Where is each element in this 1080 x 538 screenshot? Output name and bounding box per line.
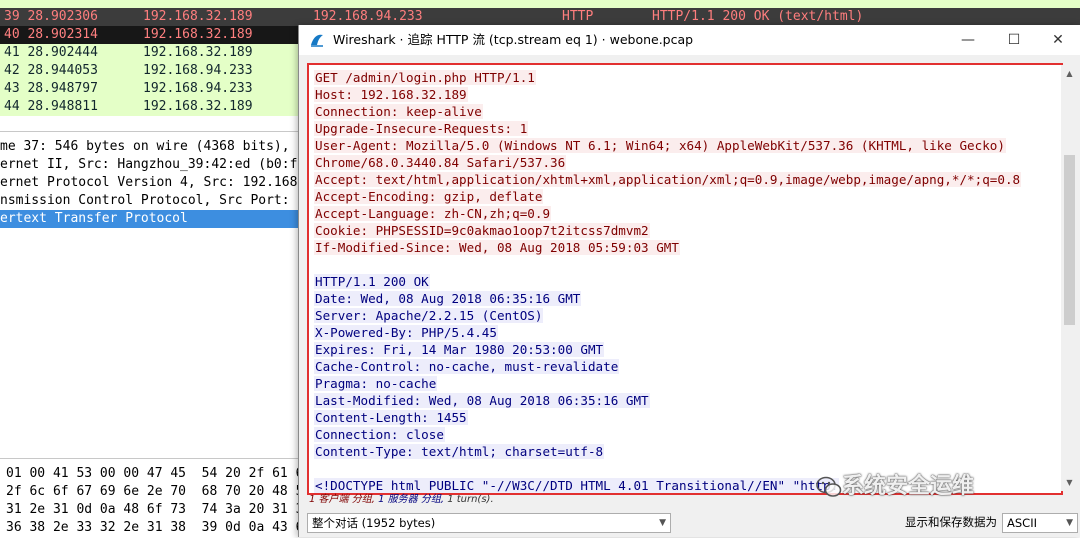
server-stream-line: Connection: close: [314, 426, 445, 443]
stream-text: Host: 192.168.32.189: [314, 87, 468, 102]
packet-no: 44 28.948811: [4, 99, 98, 114]
client-stream-line: Connection: keep-alive: [314, 103, 483, 120]
packet-row-39[interactable]: 39 28.902306 192.168.32.189 192.168.94.2…: [0, 8, 1080, 26]
server-stream-line: X-Powered-By: PHP/5.4.45: [314, 324, 498, 341]
packet-src: 192.168.94.233: [143, 81, 253, 96]
stream-text: Connection: close: [314, 427, 445, 442]
stream-text: Content-Length: 1455: [314, 410, 468, 425]
stream-text: Chrome/68.0.3440.84 Safari/537.36: [314, 155, 567, 170]
packet-info: HTTP/1.1 200 OK (text/html): [652, 9, 864, 24]
stream-text: Accept-Language: zh-CN,zh;q=0.9: [314, 206, 552, 221]
hex-line: 31 2e 31 0d 0a 48 6f 73 74 3a 20 31 3: [6, 502, 304, 517]
packet-no: 43 28.948797: [4, 81, 98, 96]
scroll-thumb[interactable]: [1064, 155, 1075, 325]
packet-no: 42 28.944053: [4, 63, 98, 78]
stream-text: User-Agent: Mozilla/5.0 (Windows NT 6.1;…: [314, 138, 1006, 153]
conversation-select[interactable]: 整个对话 (1952 bytes) ▼: [307, 513, 671, 533]
stream-text: If-Modified-Since: Wed, 08 Aug 2018 05:5…: [314, 240, 680, 255]
stream-text: Accept-Encoding: gzip, deflate: [314, 189, 544, 204]
detail-http[interactable]: ertext Transfer Protocol: [0, 210, 300, 228]
follow-http-stream-dialog: Wireshark · 追踪 HTTP 流 (tcp.stream eq 1) …: [298, 25, 1080, 537]
server-body-line: <!DOCTYPE html PUBLIC "-//W3C//DTD HTML …: [314, 477, 840, 493]
stream-text: X-Powered-By: PHP/5.4.45: [314, 325, 498, 340]
stream-text: Accept: text/html,application/xhtml+xml,…: [314, 172, 1022, 187]
packet-src: 192.168.32.189: [143, 9, 253, 24]
stream-text: Server: Apache/2.2.15 (CentOS): [314, 308, 544, 323]
turns-count: 1 turn(s).: [447, 494, 494, 505]
server-stream-line: Server: Apache/2.2.15 (CentOS): [314, 307, 544, 324]
watermark-text: 系统安全运维: [842, 474, 975, 499]
packet-no: 39 28.902306: [4, 9, 98, 24]
chevron-down-icon: ▼: [659, 518, 666, 528]
stream-text: Upgrade-Insecure-Requests: 1: [314, 121, 529, 136]
hex-line: 01 00 41 53 00 00 47 45 54 20 2f 61 6: [6, 466, 304, 481]
detail-ethernet[interactable]: ernet II, Src: Hangzhou_39:42:ed (b0:f9: [0, 156, 300, 174]
scroll-down-arrow-icon[interactable]: ▼: [1061, 474, 1078, 491]
dialog-titlebar[interactable]: Wireshark · 追踪 HTTP 流 (tcp.stream eq 1) …: [299, 25, 1080, 55]
packet-details-pane[interactable]: me 37: 546 bytes on wire (4368 bits), 54…: [0, 131, 300, 457]
stream-text: GET /admin/login.php HTTP/1.1: [314, 70, 536, 85]
stream-text: <!DOCTYPE html PUBLIC "-//W3C//DTD HTML …: [314, 478, 840, 493]
stream-text: Date: Wed, 08 Aug 2018 06:35:16 GMT: [314, 291, 582, 306]
maximize-button[interactable]: ☐: [991, 25, 1037, 55]
stream-text: Content-Type: text/html; charset=utf-8: [314, 444, 605, 459]
packet-proto: HTTP: [562, 9, 594, 24]
client-stream-line: Accept-Language: zh-CN,zh;q=0.9: [314, 205, 552, 222]
server-stream-line: Cache-Control: no-cache, must-revalidate: [314, 358, 620, 375]
detail-tcp[interactable]: nsmission Control Protocol, Src Port: 54: [0, 192, 300, 210]
stream-text: Connection: keep-alive: [314, 104, 483, 119]
packet-row[interactable]: [0, 0, 1080, 8]
stream-content[interactable]: GET /admin/login.php HTTP/1.1 Host: 192.1…: [307, 63, 1063, 495]
close-button[interactable]: ✕: [1035, 25, 1080, 55]
client-stream-line: Host: 192.168.32.189: [314, 86, 468, 103]
server-stream-line: Pragma: no-cache: [314, 375, 438, 392]
packet-src: 192.168.32.189: [143, 99, 253, 114]
client-stream-line: Chrome/68.0.3440.84 Safari/537.36: [314, 154, 567, 171]
stream-text: Expires: Fri, 14 Mar 1980 20:53:00 GMT: [314, 342, 605, 357]
server-stream-line: HTTP/1.1 200 OK: [314, 273, 430, 290]
client-stream-line: Accept-Encoding: gzip, deflate: [314, 188, 544, 205]
packet-dst: 192.168.94.233: [313, 9, 423, 24]
packet-no: 40 28.902314: [4, 27, 98, 42]
client-packets-count: 1 客户端 分组,: [309, 494, 375, 505]
detail-ipv4[interactable]: ernet Protocol Version 4, Src: 192.168.3: [0, 174, 300, 192]
stream-summary: 1 客户端 分组, 1 服务器 分组, 1 turn(s).: [309, 493, 494, 507]
stream-text: Cache-Control: no-cache, must-revalidate: [314, 359, 620, 374]
server-stream-line: Last-Modified: Wed, 08 Aug 2018 06:35:16…: [314, 392, 650, 409]
packet-src: 192.168.32.189: [143, 45, 253, 60]
hex-line: 36 38 2e 33 32 2e 31 38 39 0d 0a 43 6: [6, 520, 304, 535]
scroll-up-arrow-icon[interactable]: ▲: [1061, 65, 1078, 82]
client-stream-line: User-Agent: Mozilla/5.0 (Windows NT 6.1;…: [314, 137, 1006, 154]
client-stream-line: If-Modified-Since: Wed, 08 Aug 2018 05:5…: [314, 239, 680, 256]
format-select[interactable]: ASCII ▼: [1002, 513, 1078, 533]
stream-text: HTTP/1.1 200 OK: [314, 274, 430, 289]
packet-no: 41 28.902444: [4, 45, 98, 60]
hex-line: 2f 6c 6f 67 69 6e 2e 70 68 70 20 48 5: [6, 484, 304, 499]
stream-text: Last-Modified: Wed, 08 Aug 2018 06:35:16…: [314, 393, 650, 408]
conversation-select-value: 整个对话 (1952 bytes): [312, 516, 436, 530]
server-stream-line: Expires: Fri, 14 Mar 1980 20:53:00 GMT: [314, 341, 605, 358]
packet-src: 192.168.94.233: [143, 63, 253, 78]
stream-text: Cookie: PHPSESSID=9c0akmao1oop7t2itcss7d…: [314, 223, 650, 238]
hex-dump-pane[interactable]: 01 00 41 53 00 00 47 45 54 20 2f 61 6 2f…: [0, 458, 304, 538]
server-packets-count: 1 服务器 分组,: [378, 494, 444, 505]
server-stream-line: Content-Type: text/html; charset=utf-8: [314, 443, 605, 460]
stream-scrollbar[interactable]: ▲ ▼: [1061, 65, 1078, 491]
detail-frame[interactable]: me 37: 546 bytes on wire (4368 bits), 54: [0, 138, 300, 156]
minimize-button[interactable]: —: [945, 25, 991, 55]
dialog-title: Wireshark · 追踪 HTTP 流 (tcp.stream eq 1) …: [333, 32, 694, 47]
save-format-label: 显示和保存数据为: [905, 515, 997, 529]
client-stream-line: Accept: text/html,application/xhtml+xml,…: [314, 171, 1022, 188]
format-select-value: ASCII: [1007, 516, 1037, 530]
wireshark-fin-icon: [311, 34, 323, 47]
client-stream-line: GET /admin/login.php HTTP/1.1: [314, 69, 536, 86]
client-stream-line: Cookie: PHPSESSID=9c0akmao1oop7t2itcss7d…: [314, 222, 650, 239]
server-stream-line: Content-Length: 1455: [314, 409, 468, 426]
packet-src: 192.168.32.189: [143, 27, 253, 42]
client-stream-line: Upgrade-Insecure-Requests: 1: [314, 120, 529, 137]
chevron-down-icon: ▼: [1066, 518, 1073, 528]
server-stream-line: Date: Wed, 08 Aug 2018 06:35:16 GMT: [314, 290, 582, 307]
wechat-logo-icon: [816, 476, 842, 497]
stream-text: Pragma: no-cache: [314, 376, 438, 391]
